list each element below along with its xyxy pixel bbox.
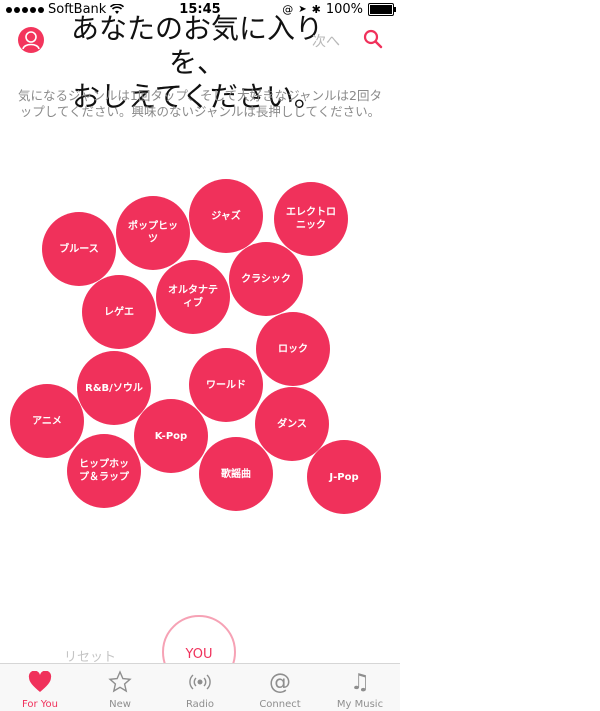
- at-icon: @: [269, 669, 291, 695]
- tab-bar: For You New Radio @ Connect ♫ My Music: [0, 663, 400, 711]
- tab-label: New: [109, 699, 131, 710]
- battery-fill: [370, 5, 392, 14]
- genre-bubble-blues[interactable]: ブルース: [42, 212, 116, 286]
- genre-bubble-jpop[interactable]: J-Pop: [307, 440, 381, 514]
- battery-icon: [368, 3, 396, 16]
- tab-label: My Music: [336, 699, 384, 710]
- genre-bubble-pophits[interactable]: ポップヒッツ: [116, 196, 190, 270]
- profile-icon[interactable]: [18, 27, 44, 53]
- genre-bubble-world[interactable]: ワールド: [189, 348, 263, 422]
- genre-bubble-alternative[interactable]: オルタナティブ: [156, 260, 230, 334]
- you-label: YOU: [185, 647, 213, 662]
- blank-area: [400, 0, 600, 711]
- instructions-text: 気になるジャンルは1回タップ、そして大好きなジャンルは2回タップしてください。興…: [18, 88, 382, 119]
- star-icon: [107, 669, 133, 695]
- genre-bubble-hiphop[interactable]: ヒップホップ＆ラップ: [67, 434, 141, 508]
- music-app-screen: SoftBank 15:45 @ ➤ ✱ 100% あなたのお気に入りを、 おし…: [0, 0, 400, 711]
- genre-bubble-electronic[interactable]: エレクトロニック: [274, 182, 348, 256]
- radio-icon: [187, 669, 213, 695]
- genre-bubble-reggae[interactable]: レゲエ: [82, 275, 156, 349]
- tab-for-you[interactable]: For You: [0, 664, 80, 711]
- genre-bubble-anime[interactable]: アニメ: [10, 384, 84, 458]
- tab-new[interactable]: New: [80, 664, 160, 711]
- genre-bubble-rock[interactable]: ロック: [256, 312, 330, 386]
- heart-icon: [27, 669, 53, 695]
- genre-bubble-jazz[interactable]: ジャズ: [189, 179, 263, 253]
- tab-connect[interactable]: @ Connect: [240, 664, 320, 711]
- music-note-icon: ♫: [350, 669, 370, 695]
- search-icon[interactable]: [363, 29, 383, 49]
- genre-bubble-kpop[interactable]: K-Pop: [134, 399, 208, 473]
- next-button[interactable]: 次へ: [312, 31, 340, 51]
- tab-label: For You: [21, 699, 59, 710]
- genre-bubble-kayokyoku[interactable]: 歌謡曲: [199, 437, 273, 511]
- tab-label: Radio: [185, 699, 215, 710]
- genre-bubble-classic[interactable]: クラシック: [229, 242, 303, 316]
- title-line-1: あなたのお気に入りを、: [70, 12, 323, 79]
- tab-label: Connect: [259, 699, 301, 710]
- tab-radio[interactable]: Radio: [160, 664, 240, 711]
- person-icon: [22, 31, 40, 50]
- tab-my-music[interactable]: ♫ My Music: [320, 664, 400, 711]
